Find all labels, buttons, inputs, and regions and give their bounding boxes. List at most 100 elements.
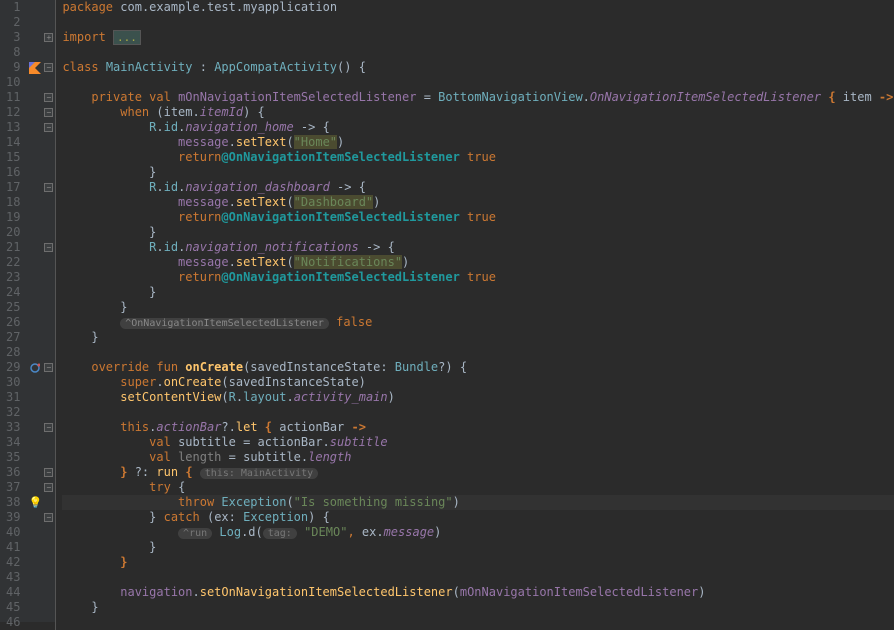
intention-bulb-icon[interactable]: 💡 — [28, 495, 42, 510]
line-number: 22 — [6, 255, 20, 270]
fold-expand-icon[interactable]: + — [44, 33, 53, 42]
code-line[interactable] — [62, 405, 894, 420]
fold-collapse-icon[interactable]: − — [44, 108, 53, 117]
code-line[interactable]: } — [62, 225, 894, 240]
code-line[interactable]: } — [62, 165, 894, 180]
code-line[interactable]: val subtitle = actionBar.subtitle — [62, 435, 894, 450]
class-token: id — [164, 180, 178, 194]
line-number: 26 — [6, 315, 20, 330]
fold-collapse-icon[interactable]: − — [44, 363, 53, 372]
fold-collapse-icon[interactable]: − — [44, 468, 53, 477]
code-token: actionBar — [272, 420, 351, 434]
class-token: Log — [219, 525, 241, 539]
code-token: } — [91, 330, 98, 344]
code-token — [62, 480, 149, 494]
code-area[interactable]: package com.example.test.myapplication im… — [56, 0, 894, 622]
code-line[interactable]: package com.example.test.myapplication — [62, 0, 894, 15]
code-token: ?: — [127, 465, 156, 479]
folded-code-placeholder[interactable]: ... — [113, 30, 141, 45]
code-line[interactable]: } catch (ex: Exception) { — [62, 510, 894, 525]
keyword-token: throw — [178, 495, 221, 509]
code-editor[interactable]: 1238910111213141516171819202122232425262… — [0, 0, 894, 622]
code-line[interactable]: } — [62, 300, 894, 315]
keyword-token: return — [178, 210, 221, 224]
code-token: . — [156, 240, 163, 254]
code-line[interactable]: message.setText("Notifications") — [62, 255, 894, 270]
keyword-token: return — [178, 150, 221, 164]
fold-collapse-icon[interactable]: − — [44, 93, 53, 102]
fold-column[interactable]: + − − − − − − − − − − − — [42, 0, 56, 630]
code-token — [62, 210, 178, 224]
code-line[interactable]: this.actionBar?.let { actionBar -> — [62, 420, 894, 435]
code-token — [62, 270, 178, 284]
fold-collapse-icon[interactable]: − — [44, 423, 53, 432]
line-number: 29 — [6, 360, 20, 375]
code-token — [297, 525, 304, 539]
code-line[interactable]: return@OnNavigationItemSelectedListener … — [62, 210, 894, 225]
code-line[interactable]: private val mOnNavigationItemSelectedLis… — [62, 90, 894, 105]
code-token: } — [120, 300, 127, 314]
fold-collapse-icon[interactable]: − — [44, 183, 53, 192]
identifier-token: navigation — [120, 585, 192, 599]
code-line[interactable] — [62, 45, 894, 60]
function-token: setContentView — [120, 390, 221, 404]
code-line[interactable] — [62, 15, 894, 30]
code-line[interactable]: return@OnNavigationItemSelectedListener … — [62, 270, 894, 285]
code-token: subtitle = actionBar. — [178, 435, 330, 449]
inline-hint: this: MainActivity — [200, 468, 318, 479]
code-line[interactable]: override fun onCreate(savedInstanceState… — [62, 360, 894, 375]
code-line[interactable] — [62, 75, 894, 90]
identifier-token: message — [384, 525, 435, 539]
code-line[interactable]: super.onCreate(savedInstanceState) — [62, 375, 894, 390]
code-line[interactable]: } ?: run { this: MainActivity — [62, 465, 894, 480]
code-line[interactable] — [62, 615, 894, 630]
code-token: ) — [388, 390, 395, 404]
code-token — [62, 330, 91, 344]
fold-collapse-icon[interactable]: − — [44, 483, 53, 492]
line-number: 32 — [6, 405, 20, 420]
line-number: 1 — [6, 0, 20, 15]
code-line[interactable] — [62, 345, 894, 360]
code-token — [62, 390, 120, 404]
class-token: layout — [243, 390, 286, 404]
code-line[interactable]: R.id.navigation_dashboard -> { — [62, 180, 894, 195]
code-line[interactable]: navigation.setOnNavigationItemSelectedLi… — [62, 585, 894, 600]
code-line[interactable]: R.id.navigation_notifications -> { — [62, 240, 894, 255]
code-line[interactable]: import ... — [62, 30, 894, 45]
code-line[interactable]: R.id.navigation_home -> { — [62, 120, 894, 135]
code-line[interactable]: message.setText("Dashboard") — [62, 195, 894, 210]
code-line[interactable]: val length = subtitle.length — [62, 450, 894, 465]
code-line[interactable]: ^run Log.d(tag: "DEMO", ex.message) — [62, 525, 894, 540]
keyword-token: { — [185, 465, 192, 479]
fold-collapse-icon[interactable]: − — [44, 513, 53, 522]
code-token: ) — [434, 525, 441, 539]
override-marker-icon[interactable] — [28, 360, 42, 375]
fold-collapse-icon[interactable]: − — [44, 243, 53, 252]
code-line[interactable]: } — [62, 600, 894, 615]
code-token: -> { — [330, 180, 366, 194]
inline-hint: tag: — [263, 528, 297, 539]
code-line[interactable]: class MainActivity : AppCompatActivity()… — [62, 60, 894, 75]
code-line[interactable]: setContentView(R.layout.activity_main) — [62, 390, 894, 405]
code-token: myapplication — [243, 0, 337, 14]
code-token: ) — [402, 255, 409, 269]
code-line[interactable]: return@OnNavigationItemSelectedListener … — [62, 150, 894, 165]
code-line[interactable]: throw Exception("Is something missing") — [62, 495, 894, 510]
identifier-token: message — [178, 195, 229, 209]
code-line[interactable]: ^OnNavigationItemSelectedListener false — [62, 315, 894, 330]
code-line[interactable]: } — [62, 555, 894, 570]
code-line[interactable]: } — [62, 285, 894, 300]
code-token: ) { — [308, 510, 330, 524]
code-line[interactable]: } — [62, 330, 894, 345]
code-line[interactable]: message.setText("Home") — [62, 135, 894, 150]
code-token: length — [178, 450, 221, 464]
code-line[interactable]: when (item.itemId) { — [62, 105, 894, 120]
inline-hint: ^OnNavigationItemSelectedListener — [120, 318, 329, 329]
fold-collapse-icon[interactable]: − — [44, 123, 53, 132]
code-line[interactable] — [62, 570, 894, 585]
keyword-token: this — [120, 420, 149, 434]
fold-collapse-icon[interactable]: − — [44, 63, 53, 72]
class-token: id — [164, 240, 178, 254]
code-line[interactable]: } — [62, 540, 894, 555]
code-line[interactable]: try { — [62, 480, 894, 495]
